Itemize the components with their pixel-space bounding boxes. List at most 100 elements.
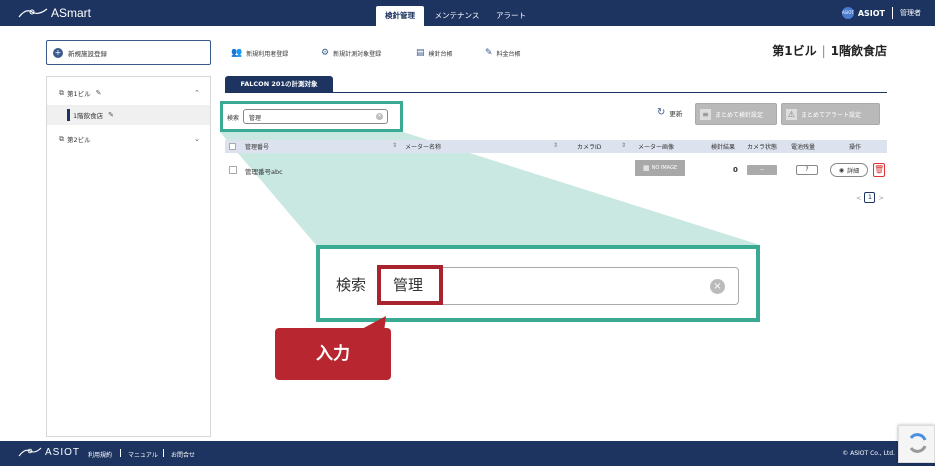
col-camera-id[interactable]: カメラID <box>577 142 601 151</box>
meter-ledger-label: 検針台帳 <box>428 50 453 58</box>
col-meter-image: メーター画像 <box>638 144 675 151</box>
col-actions: 操作 <box>849 144 862 151</box>
chevron-up-icon[interactable]: ⌃ <box>194 89 200 97</box>
footer-divider <box>120 449 121 457</box>
eye-icon: ◉ <box>838 166 845 174</box>
next-page-button[interactable]: > <box>878 194 883 202</box>
tab-underline <box>225 92 887 93</box>
footer-link-manual[interactable]: マニュアル <box>128 450 158 459</box>
sidebar-item-label: 第1ビル <box>67 90 91 98</box>
refresh-button[interactable]: ↻ 更新 <box>657 107 682 118</box>
col-management-no[interactable]: 管理番号 <box>245 142 269 151</box>
fee-ledger-link[interactable]: ✎ 料金台帳 <box>485 46 521 60</box>
zoom-search-label: 検索 <box>336 276 367 294</box>
edit-icon[interactable]: ✎ <box>108 111 114 119</box>
search-label: 検索 <box>227 115 240 122</box>
pen-icon: ✎ <box>485 48 493 58</box>
clear-icon[interactable]: × <box>376 113 383 120</box>
logo-text: ASmart <box>51 6 92 20</box>
table-row: 管理番号abc ▦ NO IMAGE 0 -- ? ◉ 詳細 🗑 <box>225 160 887 180</box>
chevron-down-icon[interactable]: ⌄ <box>194 135 200 143</box>
new-meter-link[interactable]: ⚙ 新規計測対象登録 <box>321 46 381 60</box>
select-all-checkbox[interactable] <box>229 143 236 150</box>
sort-icon[interactable]: ⇕ <box>553 142 558 149</box>
col-camera-status: カメラ状態 <box>747 144 778 151</box>
col-reading-result: 検針結果 <box>711 144 736 151</box>
logo-mark-icon <box>18 447 42 457</box>
sort-icon[interactable]: ⇕ <box>392 142 397 149</box>
header-divider <box>892 7 893 19</box>
sort-icon[interactable]: ⇕ <box>621 142 626 149</box>
refresh-icon: ↻ <box>657 107 666 118</box>
meter-add-icon: ⚙ <box>321 48 330 58</box>
detail-label: 詳細 <box>847 167 860 175</box>
row-checkbox[interactable] <box>229 166 237 174</box>
col-battery: 電池残量 <box>791 144 816 151</box>
sidebar-item-building1[interactable]: ⧉ 第1ビル ✎ ⌃ <box>47 83 210 103</box>
selected-indicator <box>67 109 70 121</box>
facility-sidebar: ⧉ 第1ビル ✎ ⌃ 1階飲食店 ✎ ⧉ 第2ビル ⌄ <box>46 76 211 437</box>
top-bar: ASmart 検針管理 メンテナンス アラート ASIOT ASIOT 管理者 <box>0 0 935 26</box>
delete-button[interactable]: 🗑 <box>873 163 885 177</box>
footer: ASIOT 利用規約 マニュアル お問合せ © ASIOT Co., Ltd. <box>0 441 935 466</box>
brand-name: ASIOT <box>857 8 885 18</box>
col-meter-name[interactable]: メーター名称 <box>405 142 441 151</box>
cell-reading-result: 0 <box>733 166 738 174</box>
app-logo[interactable]: ASmart <box>18 4 91 22</box>
new-facility-button[interactable]: + 新規施設登録 <box>46 40 211 65</box>
plus-icon: + <box>53 47 63 58</box>
bulk-meter-label: まとめて検針設定 <box>715 111 764 119</box>
sidebar-item-label: 1階飲食店 <box>73 112 104 120</box>
new-user-label: 新規利用者登録 <box>246 50 289 58</box>
zoom-search-value: 管理 <box>393 276 424 294</box>
tab-maintenance[interactable]: メンテナンス <box>428 6 486 26</box>
tab-meter-reading[interactable]: 検針管理 <box>376 6 424 26</box>
cell-management-no: 管理番号abc <box>245 168 283 176</box>
building-name: 第1ビル <box>772 44 817 58</box>
footer-link-contact[interactable]: お問合せ <box>171 450 195 459</box>
logo-mark-icon <box>18 8 48 18</box>
bulk-alert-label: まとめてアラート設定 <box>801 111 862 119</box>
edit-icon[interactable]: ✎ <box>96 89 102 97</box>
fee-ledger-label: 料金台帳 <box>496 50 521 58</box>
title-divider: | <box>821 44 826 58</box>
tab-alert[interactable]: アラート <box>490 6 532 26</box>
user-menu[interactable]: 管理者 <box>900 8 921 18</box>
footer-divider <box>163 449 164 457</box>
bulk-meter-setting-button[interactable]: ≡ まとめて検針設定 <box>695 103 777 125</box>
meter-ledger-link[interactable]: ▤ 検針台帳 <box>416 46 453 60</box>
refresh-label: 更新 <box>669 109 683 118</box>
copyright: © ASIOT Co., Ltd. <box>842 450 895 457</box>
building-icon: ⧉ <box>59 88 64 97</box>
tab-falcon-targets[interactable]: FALCON 201の計測対象 <box>225 76 333 93</box>
floor-name: 1階飲食店 <box>830 44 887 58</box>
footer-logo[interactable]: ASIOT <box>18 446 80 458</box>
pagination: < 1 > <box>856 192 884 203</box>
bulk-alert-setting-button[interactable]: ⚠ まとめてアラート設定 <box>781 103 880 125</box>
image-icon: ▦ <box>642 164 650 172</box>
trash-icon: 🗑 <box>874 165 885 174</box>
user-add-icon: 👥 <box>231 48 243 58</box>
no-image-label: NO IMAGE <box>651 165 678 171</box>
no-image-placeholder: ▦ NO IMAGE <box>635 160 685 176</box>
sidebar-item-building2[interactable]: ⧉ 第2ビル ⌄ <box>47 129 210 149</box>
footer-logo-text: ASIOT <box>45 446 81 458</box>
detail-button[interactable]: ◉ 詳細 <box>830 163 868 177</box>
battery-status-badge: ? <box>796 165 818 175</box>
footer-link-terms[interactable]: 利用規約 <box>88 450 112 459</box>
recaptcha-badge[interactable] <box>898 425 935 463</box>
sidebar-item-floor1[interactable]: 1階飲食店 ✎ <box>47 105 210 125</box>
input-callout-tag: 入力 <box>275 328 391 380</box>
asiot-badge-icon: ASIOT <box>841 7 854 19</box>
recaptcha-icon <box>909 433 927 453</box>
page-title: 第1ビル | 1階飲食店 <box>772 42 887 59</box>
ledger-icon: ▤ <box>416 48 425 58</box>
settings-sliders-icon: ≡ <box>700 108 711 120</box>
account-area: ASIOT ASIOT 管理者 <box>841 6 921 20</box>
page-1-button[interactable]: 1 <box>864 192 876 203</box>
table-header: 管理番号 ⇕ メーター名称 ⇕ カメラID ⇕ メーター画像 検針結果 カメラ状… <box>225 140 887 153</box>
search-input[interactable] <box>243 109 388 124</box>
prev-page-button[interactable]: < <box>856 194 861 202</box>
camera-status-badge: -- <box>747 165 777 175</box>
new-user-link[interactable]: 👥 新規利用者登録 <box>231 46 288 60</box>
